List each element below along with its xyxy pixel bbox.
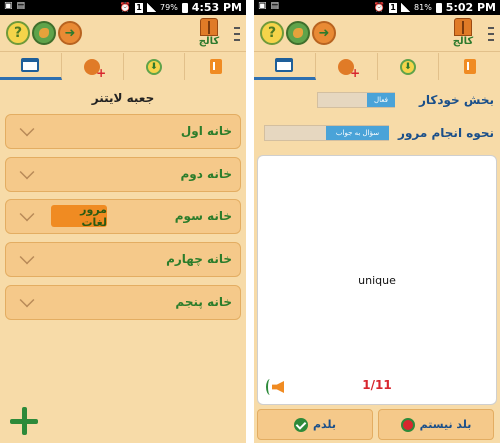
alarm-icon: ⏰ xyxy=(373,2,386,13)
notification-icon: ▤ xyxy=(270,1,280,11)
tab-bar: ⬇ xyxy=(0,53,246,80)
alarm-icon: ⏰ xyxy=(119,2,132,13)
check-icon xyxy=(293,417,308,432)
signal-icon xyxy=(147,3,157,12)
flashcard[interactable]: unique 1/11 xyxy=(257,155,497,405)
review-mode-setting: نحوه انجام مرور سؤال به جواب xyxy=(254,124,500,144)
battery-percent: 79% xyxy=(160,3,178,12)
box-label: خانه چهارم xyxy=(166,252,232,266)
setting-label: بخش خودکار xyxy=(418,93,494,107)
share-icon[interactable]: ➜ xyxy=(312,21,336,45)
leitner-box-screen: ▣ ▤ ⏰ 1 79% 4:53 PM ? ➜ کالج ⬇ جعبه لایت… xyxy=(0,0,246,443)
chevron-down-icon xyxy=(19,206,35,222)
chevron-down-icon xyxy=(19,164,35,180)
globe-icon[interactable] xyxy=(32,21,56,45)
logo-text: کالج xyxy=(198,36,220,47)
divider xyxy=(246,0,254,443)
know-button-label: بلدم xyxy=(312,418,337,431)
notification-icon: ▣ xyxy=(4,1,13,11)
book-icon xyxy=(454,18,472,36)
document-icon xyxy=(209,59,222,74)
tab-notes[interactable] xyxy=(185,53,246,80)
add-circle-icon xyxy=(84,58,106,80)
box-label: خانه دوم xyxy=(180,167,232,181)
box-row-2[interactable]: خانه دوم xyxy=(5,157,241,192)
logo-text: کالج xyxy=(452,36,474,47)
overflow-menu-icon[interactable] xyxy=(488,27,494,41)
know-button[interactable]: بلدم xyxy=(257,409,373,440)
auto-section-value[interactable]: فعال xyxy=(367,93,395,107)
help-icon[interactable]: ? xyxy=(6,21,30,45)
signal-icon xyxy=(401,3,411,12)
box-label: خانه پنجم xyxy=(175,295,232,309)
tab-download[interactable]: ⬇ xyxy=(124,53,186,80)
app-logo: کالج xyxy=(194,18,224,50)
tab-download[interactable]: ⬇ xyxy=(378,53,440,80)
auto-section-setting: بخش خودکار فعال xyxy=(254,91,500,111)
chevron-down-icon xyxy=(19,121,35,137)
battery-percent: 81% xyxy=(414,3,432,12)
download-icon: ⬇ xyxy=(399,58,416,75)
card-counter: 1/11 xyxy=(362,378,392,392)
dont-know-button[interactable]: بلد نیستم xyxy=(378,409,494,440)
book-icon xyxy=(200,18,218,36)
sim-icon: 1 xyxy=(389,2,398,13)
box-label: خانه سوم xyxy=(174,209,232,223)
tab-leitner-box[interactable] xyxy=(254,53,316,80)
box-row-1[interactable]: خانه اول xyxy=(5,114,241,149)
review-mode-value[interactable]: سؤال به جواب xyxy=(326,126,389,140)
app-bar: ? ➜ کالج xyxy=(0,15,246,52)
tab-leitner-box[interactable] xyxy=(0,53,62,80)
clock: 5:02 PM xyxy=(445,1,496,14)
tab-add-word[interactable] xyxy=(316,53,378,80)
clock: 4:53 PM xyxy=(191,1,242,14)
notification-icon: ▤ xyxy=(16,1,26,11)
tab-bar: ⬇ xyxy=(254,53,500,80)
globe-icon[interactable] xyxy=(286,21,310,45)
dont-know-button-label: بلد نیستم xyxy=(419,418,472,431)
review-screen: ▣ ▤ ⏰ 1 81% 5:02 PM ? ➜ کالج ⬇ بخش خودکا… xyxy=(254,0,500,443)
battery-icon xyxy=(435,2,442,13)
inbox-icon xyxy=(275,58,294,72)
box-row-5[interactable]: خانه پنجم xyxy=(5,285,241,320)
status-bar: ▣ ▤ ⏰ 1 79% 4:53 PM xyxy=(0,0,246,15)
review-words-button[interactable]: مرور لغات xyxy=(51,203,107,229)
help-icon[interactable]: ? xyxy=(260,21,284,45)
setting-label: نحوه انجام مرور xyxy=(398,126,494,140)
box-row-4[interactable]: خانه چهارم xyxy=(5,242,241,277)
app-bar: ? ➜ کالج xyxy=(254,15,500,52)
tab-add-word[interactable] xyxy=(62,53,124,80)
status-bar: ▣ ▤ ⏰ 1 81% 5:02 PM xyxy=(254,0,500,15)
share-icon[interactable]: ➜ xyxy=(58,21,82,45)
box-row-3[interactable]: خانه سوم مرور لغات xyxy=(5,199,241,234)
sim-icon: 1 xyxy=(135,2,144,13)
plus-icon[interactable] xyxy=(8,405,40,437)
card-word: unique xyxy=(358,274,396,287)
overflow-menu-icon[interactable] xyxy=(234,27,240,41)
battery-icon xyxy=(181,2,188,13)
chevron-down-icon xyxy=(19,292,35,308)
document-icon xyxy=(463,59,476,74)
chevron-down-icon xyxy=(19,249,35,265)
inbox-icon xyxy=(21,58,40,72)
box-label: خانه اول xyxy=(180,124,232,138)
download-icon: ⬇ xyxy=(145,58,162,75)
app-logo: کالج xyxy=(448,18,478,50)
page-title: جعبه لایتنر xyxy=(91,91,155,105)
tab-notes[interactable] xyxy=(439,53,500,80)
cross-icon xyxy=(400,417,415,432)
notification-icon: ▣ xyxy=(258,1,267,11)
add-circle-icon xyxy=(338,58,360,80)
